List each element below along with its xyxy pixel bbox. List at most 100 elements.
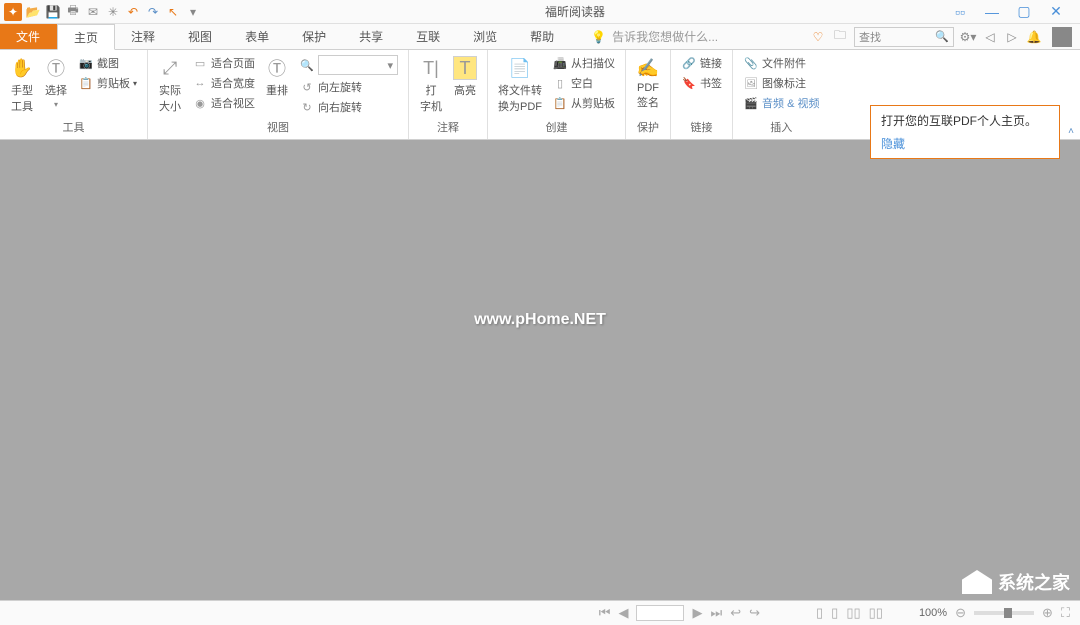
highlight-button[interactable]: T 高亮 (451, 54, 479, 100)
mail-icon[interactable]: ✉ (84, 3, 102, 21)
tab-form[interactable]: 表单 (229, 24, 286, 49)
tab-help[interactable]: 帮助 (514, 24, 571, 49)
fit-width-button[interactable]: ↔适合宽度 (190, 74, 257, 92)
tooltip-hide-link[interactable]: 隐藏 (881, 135, 1049, 152)
ribbon: ✋ 手型 工具 Ⓣ 选择 ▾ 📷截图 📋剪贴板▾ 工具 ⤢ 实际 大小 ▭适合页… (0, 50, 1080, 140)
avatar[interactable] (1052, 27, 1072, 47)
highlight-icon: T (453, 56, 477, 80)
bookmark-icon: 🔖 (681, 75, 697, 91)
from-clipboard-button[interactable]: 📋从剪贴板 (550, 94, 617, 112)
tab-share[interactable]: 共享 (343, 24, 400, 49)
zoom-in-icon[interactable]: ⊕ (1042, 605, 1053, 621)
tab-comment[interactable]: 注释 (115, 24, 172, 49)
close-icon[interactable]: ✕ (1044, 3, 1068, 21)
clipboard-icon: 📋 (78, 75, 94, 91)
zoom-label: 100% (919, 607, 947, 619)
collapse-ribbon-icon[interactable]: ˄ (1068, 126, 1074, 137)
blank-button[interactable]: ▯空白 (550, 74, 617, 92)
clipboard-button[interactable]: 📋剪贴板▾ (76, 74, 139, 92)
convert-button[interactable]: 📄 将文件转 换为PDF (496, 54, 544, 116)
tab-view[interactable]: 视图 (172, 24, 229, 49)
camera-icon: 📷 (78, 55, 94, 71)
rotateleft-icon: ↺ (299, 79, 315, 95)
zoom-out-icon[interactable]: ⊖ (955, 605, 966, 621)
screenshot-button[interactable]: 📷截图 (76, 54, 139, 72)
fitpage-icon: ▭ (192, 55, 208, 71)
search-icon: 🔍 (935, 30, 949, 43)
tab-home[interactable]: 主页 (57, 24, 115, 50)
corner-logo: 系统之家 (962, 569, 1070, 595)
tools-group-label: 工具 (8, 117, 139, 135)
folder2-icon[interactable]: 🗀 (832, 29, 848, 45)
undo-icon[interactable]: ↶ (124, 3, 142, 21)
fit-visible-button[interactable]: ◉适合视区 (190, 94, 257, 112)
actualsize-icon: ⤢ (158, 56, 182, 80)
rotate-right-button[interactable]: ↻向右旋转 (297, 98, 400, 116)
sign-icon: ✍ (636, 56, 660, 80)
prev-page-icon[interactable]: ◀ (618, 605, 628, 621)
ribbon-tabs: 文件 主页 注释 视图 表单 保护 共享 互联 浏览 帮助 💡 告诉我您想做什么… (0, 24, 1080, 50)
convert-icon: 📄 (508, 56, 532, 80)
last-page-icon[interactable]: ⏭ (710, 605, 722, 621)
comment-group-label: 注释 (417, 117, 479, 135)
layout1-icon[interactable]: ▯ (816, 605, 823, 621)
reflow-button[interactable]: Ⓣ 重排 (263, 54, 291, 100)
tell-me-search[interactable]: 💡 告诉我您想做什么... (591, 24, 718, 49)
tab-browse[interactable]: 浏览 (457, 24, 514, 49)
gear-icon[interactable]: ⚙▾ (960, 29, 976, 45)
next-icon[interactable]: ▷ (1004, 29, 1020, 45)
bell-icon[interactable]: 🔔 (1026, 29, 1042, 45)
link-icon: 🔗 (681, 55, 697, 71)
zoom-slider[interactable] (974, 611, 1034, 615)
minimize-icon[interactable]: — (980, 3, 1004, 21)
prev-icon[interactable]: ◁ (982, 29, 998, 45)
zoom-button[interactable]: 🔍▾ (297, 54, 400, 76)
next-page-icon[interactable]: ▶ (692, 605, 702, 621)
page-input[interactable] (636, 605, 684, 621)
hand-tool-button[interactable]: ✋ 手型 工具 (8, 54, 36, 116)
select-tool-button[interactable]: Ⓣ 选择 ▾ (42, 54, 70, 111)
new-icon[interactable]: ✳ (104, 3, 122, 21)
maximize-icon[interactable]: ▢ (1012, 3, 1036, 21)
nav-back-icon[interactable]: ↩ (730, 605, 741, 621)
media-button[interactable]: 🎬音频 & 视频 (741, 94, 821, 112)
fit-page-button[interactable]: ▭适合页面 (190, 54, 257, 72)
clipboard2-icon: 📋 (552, 95, 568, 111)
insert-group-label: 插入 (741, 117, 821, 135)
document-canvas[interactable]: www.pHome.NET 系统之家 (0, 140, 1080, 600)
rotate-left-button[interactable]: ↺向左旋转 (297, 78, 400, 96)
redo-icon[interactable]: ↷ (144, 3, 162, 21)
fullscreen-icon[interactable]: ⛶ (1061, 605, 1070, 621)
favorite-icon[interactable]: ♡ (810, 29, 826, 45)
layout3-icon[interactable]: ▯▯ (846, 605, 860, 621)
open-icon[interactable]: 📂 (24, 3, 42, 21)
ribbon-options-icon[interactable]: ▫▫ (948, 3, 972, 21)
save-icon[interactable]: 💾 (44, 3, 62, 21)
nav-fwd-icon[interactable]: ↪ (749, 605, 760, 621)
media-icon: 🎬 (743, 95, 759, 111)
app-icon[interactable]: ✦ (4, 3, 22, 21)
link-button[interactable]: 🔗链接 (679, 54, 724, 72)
search-input[interactable]: 查找 🔍 (854, 27, 954, 47)
scanner-button[interactable]: 📠从扫描仪 (550, 54, 617, 72)
tab-protect[interactable]: 保护 (286, 24, 343, 49)
tell-me-label: 告诉我您想做什么... (612, 28, 718, 45)
typewriter-button[interactable]: T| 打 字机 (417, 54, 445, 116)
hand-icon: ✋ (10, 56, 34, 80)
layout2-icon[interactable]: ▯ (831, 605, 838, 621)
attach-button[interactable]: 📎文件附件 (741, 54, 821, 72)
image-note-button[interactable]: 🖼图像标注 (741, 74, 821, 92)
tab-connect[interactable]: 互联 (400, 24, 457, 49)
zoom-dropdown[interactable]: ▾ (318, 55, 398, 75)
layout4-icon[interactable]: ▯▯ (869, 605, 883, 621)
cursor-icon[interactable]: ↖ (164, 3, 182, 21)
pdf-sign-button[interactable]: ✍ PDF 签名 (634, 54, 662, 112)
actual-size-button[interactable]: ⤢ 实际 大小 (156, 54, 184, 116)
bookmark-button[interactable]: 🔖书签 (679, 74, 724, 92)
bulb-icon: 💡 (591, 30, 606, 44)
first-page-icon[interactable]: ⏮ (599, 605, 611, 621)
qat-dropdown-icon[interactable]: ▾ (184, 3, 202, 21)
tab-file[interactable]: 文件 (0, 24, 57, 49)
tooltip: 打开您的互联PDF个人主页。 隐藏 (870, 105, 1060, 159)
print-icon[interactable]: 🖶 (64, 3, 82, 21)
